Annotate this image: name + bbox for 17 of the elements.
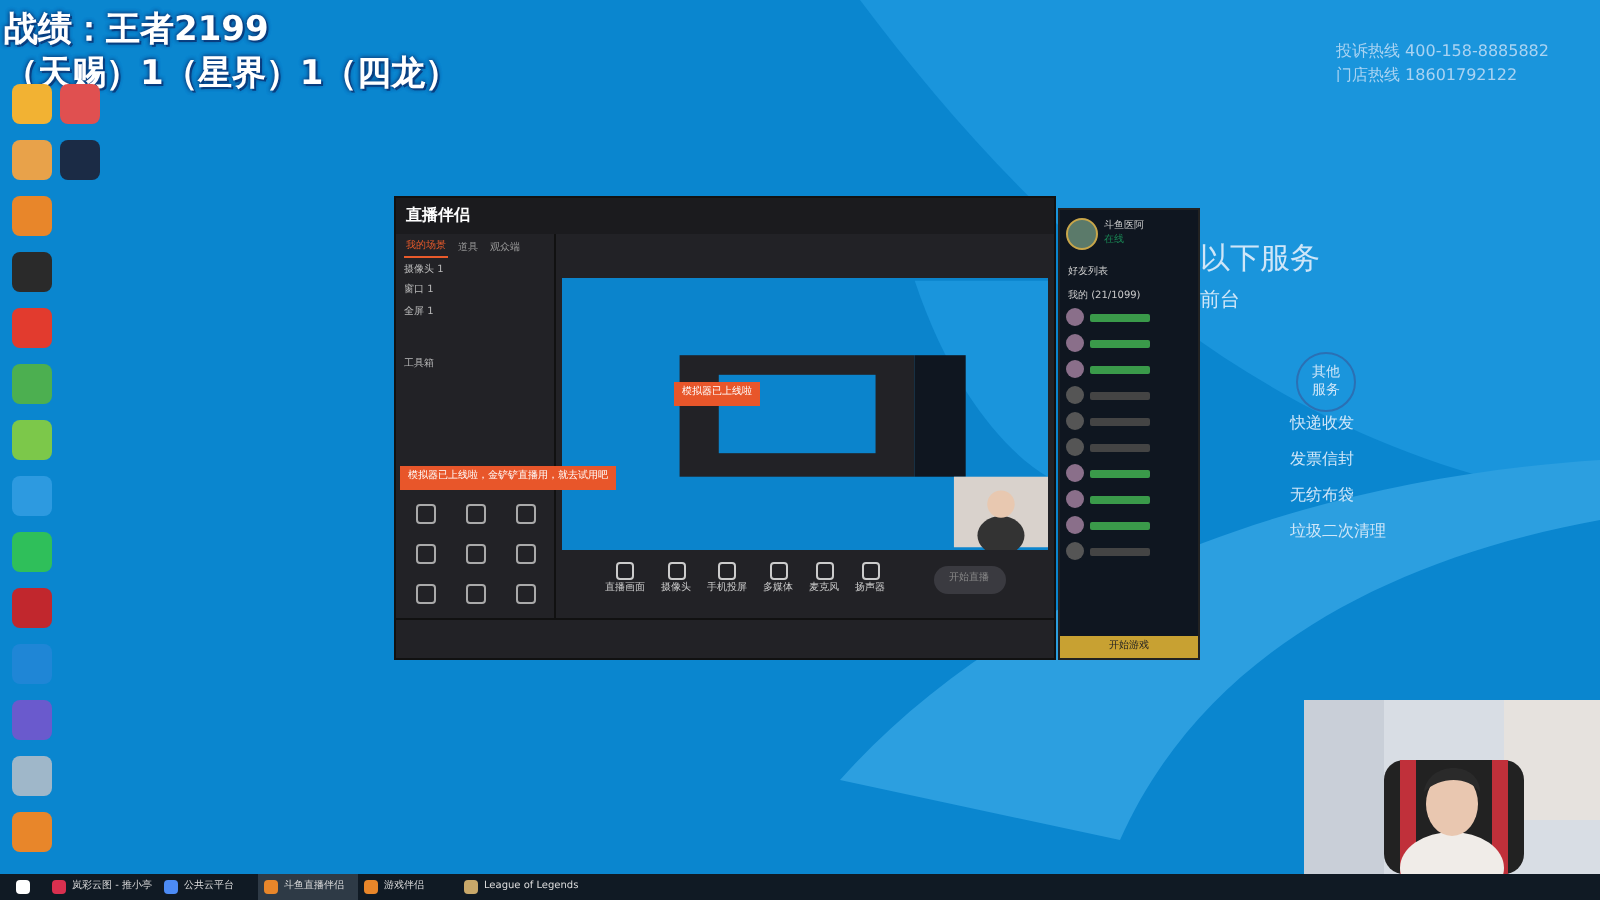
overlay-text: 战绩：王者2199 bbox=[4, 8, 271, 52]
service-text: 发票信封 bbox=[1290, 448, 1356, 472]
service-text: 垃圾二次清理 bbox=[1290, 520, 1386, 544]
wallpaper-heading: 以下服务 bbox=[1200, 238, 1320, 280]
desktop-app-icon[interactable] bbox=[12, 252, 52, 292]
service-text: 快递收发 bbox=[1290, 412, 1356, 436]
desktop-app-icon[interactable] bbox=[12, 756, 52, 796]
desktop-app-icon[interactable] bbox=[60, 140, 100, 180]
app-title: 直播伴侣 bbox=[406, 204, 470, 228]
avatar-icon bbox=[1066, 218, 1098, 250]
desktop-app-icon[interactable] bbox=[12, 84, 52, 124]
wallpaper-subheading: 前台 bbox=[1200, 287, 1240, 316]
desktop-app-icon[interactable] bbox=[12, 420, 52, 460]
start-icon[interactable] bbox=[16, 880, 30, 894]
hotline-text: 门店热线 18601792122 bbox=[1336, 64, 1520, 88]
hotline-text: 投诉热线 400-158-8885882 bbox=[1336, 40, 1549, 64]
service-text: 无纺布袋 bbox=[1290, 484, 1356, 508]
